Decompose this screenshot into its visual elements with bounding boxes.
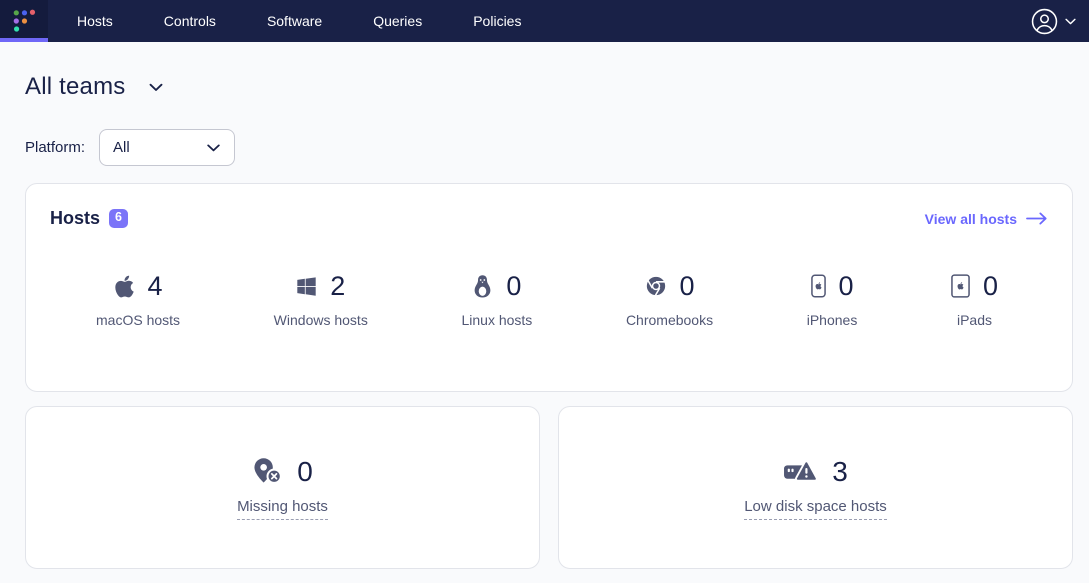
- iphone-icon: [811, 274, 826, 298]
- windows-host-count: 2: [330, 271, 345, 302]
- fleet-logo-icon: [11, 8, 37, 34]
- stat-tile-macos[interactable]: 4 macOS hosts: [96, 269, 180, 328]
- platform-stats-row: 4 macOS hosts 2 Windows hosts: [50, 269, 1048, 328]
- low-disk-space-count: 3: [832, 456, 848, 488]
- account-menu-button[interactable]: [1031, 0, 1089, 42]
- missing-hosts-label[interactable]: Missing hosts: [237, 498, 328, 520]
- ipad-count: 0: [983, 271, 998, 302]
- platform-filter: Platform: All: [25, 129, 1073, 166]
- stat-tile-linux[interactable]: 0 Linux hosts: [461, 269, 532, 328]
- ipad-label: iPads: [957, 312, 992, 328]
- stat-tile-chromebooks[interactable]: 0 Chromebooks: [626, 269, 713, 328]
- apple-icon: [114, 274, 135, 299]
- stat-tile-windows[interactable]: 2 Windows hosts: [274, 269, 368, 328]
- nav-item-software[interactable]: Software: [267, 0, 322, 42]
- hosts-summary-card: Hosts 6 View all hosts 4 macOS hosts: [25, 183, 1073, 392]
- nav-item-policies[interactable]: Policies: [473, 0, 521, 42]
- stat-tile-ipads[interactable]: 0 iPads: [951, 269, 998, 328]
- iphone-count: 0: [839, 271, 854, 302]
- ipad-icon: [951, 274, 970, 298]
- chrome-icon: [645, 275, 667, 297]
- windows-host-label: Windows hosts: [274, 312, 368, 328]
- page-title: All teams: [25, 73, 126, 101]
- missing-hosts-count: 0: [297, 456, 313, 488]
- iphone-label: iPhones: [807, 312, 858, 328]
- linux-icon: [472, 274, 493, 299]
- nav-item-hosts[interactable]: Hosts: [77, 0, 113, 42]
- view-all-hosts-link[interactable]: View all hosts: [925, 211, 1048, 227]
- chevron-down-icon: [149, 83, 163, 92]
- missing-hosts-icon: [252, 457, 283, 486]
- nav-item-queries[interactable]: Queries: [373, 0, 422, 42]
- chromebook-count: 0: [680, 271, 695, 302]
- macos-host-count: 4: [148, 271, 163, 302]
- active-tab-indicator: [0, 38, 48, 42]
- user-avatar-icon: [1031, 8, 1058, 35]
- platform-filter-label: Platform:: [25, 139, 85, 156]
- windows-icon: [296, 276, 317, 297]
- linux-host-count: 0: [506, 271, 521, 302]
- metric-cards-row: 0 Missing hosts 3 Low disk spa: [25, 406, 1073, 569]
- chevron-down-icon: [1065, 18, 1076, 25]
- arrow-right-icon: [1026, 212, 1048, 225]
- nav-menu: Hosts Controls Software Queries Policies: [77, 0, 521, 42]
- view-all-hosts-label: View all hosts: [925, 211, 1017, 227]
- platform-select[interactable]: All: [99, 129, 235, 166]
- top-navbar: Hosts Controls Software Queries Policies: [0, 0, 1089, 42]
- hosts-card-header: Hosts 6 View all hosts: [50, 208, 1048, 229]
- low-disk-space-label[interactable]: Low disk space hosts: [744, 498, 887, 520]
- low-disk-space-card[interactable]: 3 Low disk space hosts: [558, 406, 1073, 569]
- stat-tile-iphones[interactable]: 0 iPhones: [807, 269, 858, 328]
- low-disk-space-icon: [783, 458, 818, 485]
- linux-host-label: Linux hosts: [461, 312, 532, 328]
- chromebook-label: Chromebooks: [626, 312, 713, 328]
- macos-host-label: macOS hosts: [96, 312, 180, 328]
- missing-hosts-card[interactable]: 0 Missing hosts: [25, 406, 540, 569]
- team-selector[interactable]: All teams: [25, 73, 1073, 101]
- nav-item-controls[interactable]: Controls: [164, 0, 216, 42]
- fleet-logo-home-button[interactable]: [0, 0, 48, 42]
- platform-select-value: All: [113, 139, 130, 156]
- hosts-count-badge: 6: [109, 209, 128, 228]
- dashboard-page: All teams Platform: All Hosts 6 View all…: [0, 73, 1089, 569]
- hosts-card-title: Hosts: [50, 208, 100, 229]
- chevron-down-icon: [207, 144, 220, 152]
